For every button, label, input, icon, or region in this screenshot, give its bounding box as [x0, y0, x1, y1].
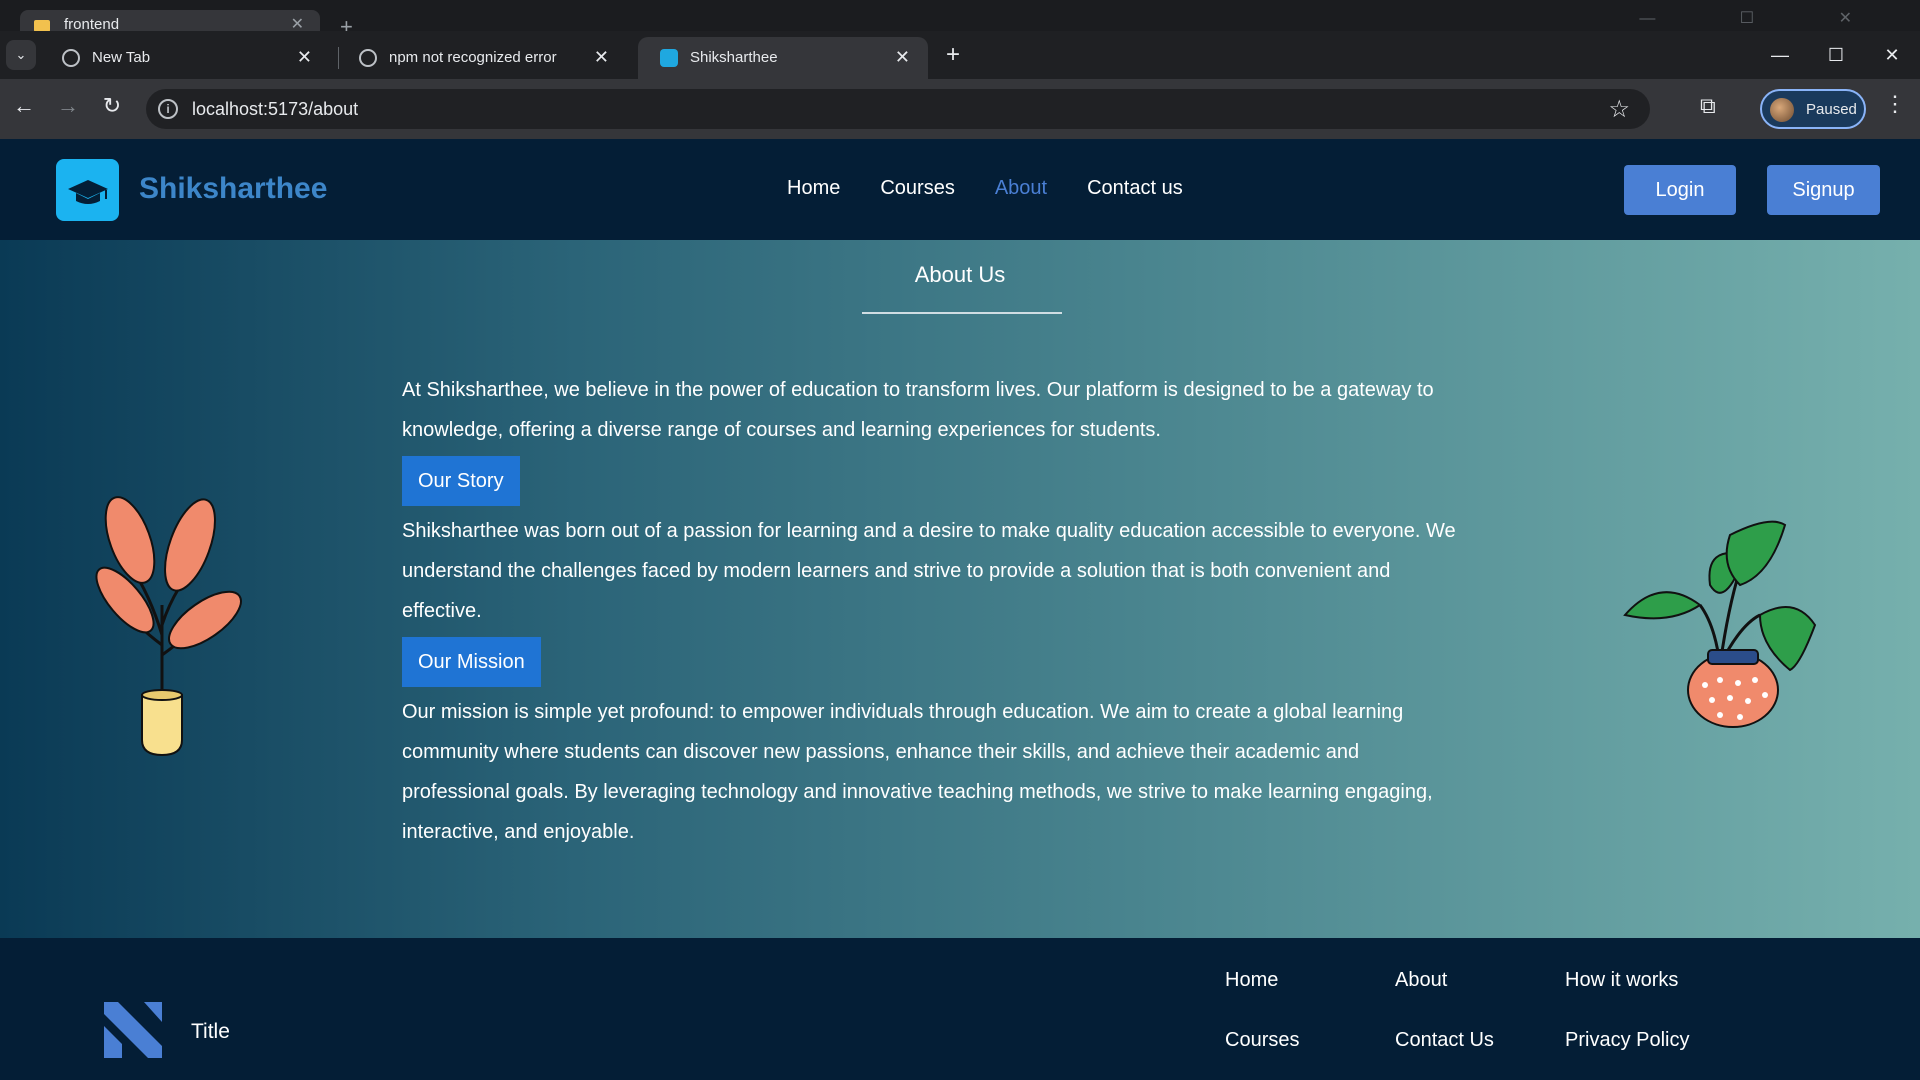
footer-logo-icon	[104, 1002, 162, 1058]
tab-search-button[interactable]: ⌄	[6, 40, 36, 70]
profile-status: Paused	[1806, 101, 1857, 118]
close-icon[interactable]: ✕	[291, 14, 304, 32]
background-window: frontend ✕ + — ☐ ✕	[0, 0, 1920, 39]
reload-icon[interactable]: ↻	[96, 93, 128, 119]
background-tab[interactable]: frontend ✕	[20, 10, 320, 32]
site-favicon-icon	[660, 49, 678, 67]
intro-paragraph: At Shiksharthee, we believe in the power…	[402, 379, 1434, 441]
graduation-cap-icon	[68, 180, 108, 204]
tab-title: Shiksharthee	[690, 49, 778, 66]
minimize-icon[interactable]: —	[1752, 31, 1808, 79]
back-arrow-icon[interactable]: ←	[8, 93, 40, 119]
nav-home[interactable]: Home	[787, 177, 840, 200]
about-content: At Shiksharthee, we believe in the power…	[402, 370, 1462, 852]
tab-strip: ⌄ New Tab ✕ npm not recognized error ✕ S…	[0, 31, 1920, 79]
right-plant-illustration	[1623, 520, 1817, 728]
site-info-icon[interactable]: i	[158, 99, 178, 119]
footer-link-about[interactable]: About	[1395, 969, 1447, 992]
signup-button[interactable]: Signup	[1767, 165, 1880, 215]
url-text[interactable]: localhost:5173/about	[192, 99, 358, 120]
close-tab-icon[interactable]: ✕	[594, 47, 609, 68]
footer-link-contact-us[interactable]: Contact Us	[1395, 1029, 1494, 1052]
new-tab-plus-icon[interactable]: +	[946, 41, 960, 69]
tab-shiksharthee[interactable]: Shiksharthee ✕	[638, 37, 928, 79]
our-mission-button[interactable]: Our Mission	[402, 637, 541, 687]
about-title: About Us	[914, 262, 1006, 287]
globe-icon	[62, 49, 80, 67]
browser-toolbar: ← → ↻ i localhost:5173/about ☆ ⧉ Paused …	[0, 79, 1920, 139]
close-window-icon[interactable]: ✕	[1864, 31, 1920, 79]
address-bar[interactable]: i localhost:5173/about ☆	[146, 89, 1650, 129]
background-window-controls: — ☐ ✕	[1639, 10, 1892, 27]
main-nav: Home Courses About Contact us	[787, 177, 1183, 200]
tab-title: New Tab	[92, 49, 151, 66]
avatar	[1770, 98, 1794, 122]
story-paragraph: Shiksharthee was born out of a passion f…	[402, 520, 1456, 622]
site-footer: Title Home About How it works Courses Co…	[0, 938, 1920, 1080]
maximize-icon[interactable]: ☐	[1808, 31, 1864, 79]
our-story-button[interactable]: Our Story	[402, 456, 520, 506]
tab-title: npm not recognized error	[389, 49, 557, 66]
kebab-menu-icon[interactable]: ⋮	[1884, 91, 1906, 117]
profile-button[interactable]: Paused	[1760, 89, 1866, 129]
close-tab-icon[interactable]: ✕	[895, 47, 910, 68]
mission-paragraph: Our mission is simple yet profound: to e…	[402, 701, 1433, 843]
footer-link-home[interactable]: Home	[1225, 969, 1278, 992]
close-tab-icon[interactable]: ✕	[297, 47, 312, 68]
title-divider	[862, 312, 1062, 314]
background-tab-title: frontend	[64, 16, 120, 32]
about-section: About Us At Shiksharthee, we believe in …	[0, 240, 1920, 938]
chatgpt-icon	[359, 49, 377, 67]
tab-new-tab[interactable]: New Tab ✕	[40, 37, 330, 79]
left-plant-illustration	[95, 496, 242, 757]
nav-about[interactable]: About	[995, 177, 1047, 200]
footer-title: Title	[191, 1020, 230, 1043]
tab-npm-error[interactable]: npm not recognized error ✕	[337, 37, 627, 79]
bookmark-star-icon[interactable]: ☆	[1608, 95, 1630, 124]
footer-link-privacy-policy[interactable]: Privacy Policy	[1565, 1029, 1689, 1052]
extensions-puzzle-icon[interactable]: ⧉	[1700, 93, 1716, 119]
site-header: Shiksharthee Home Courses About Contact …	[0, 139, 1920, 240]
nav-courses[interactable]: Courses	[880, 177, 954, 200]
footer-link-how-it-works[interactable]: How it works	[1565, 969, 1678, 992]
forward-arrow-icon[interactable]: →	[52, 93, 84, 119]
footer-link-courses[interactable]: Courses	[1225, 1029, 1299, 1052]
brand-name[interactable]: Shiksharthee	[139, 172, 327, 206]
logo[interactable]	[56, 159, 119, 221]
nav-contact[interactable]: Contact us	[1087, 177, 1183, 200]
window-controls: — ☐ ✕	[1752, 31, 1920, 79]
login-button[interactable]: Login	[1624, 165, 1736, 215]
